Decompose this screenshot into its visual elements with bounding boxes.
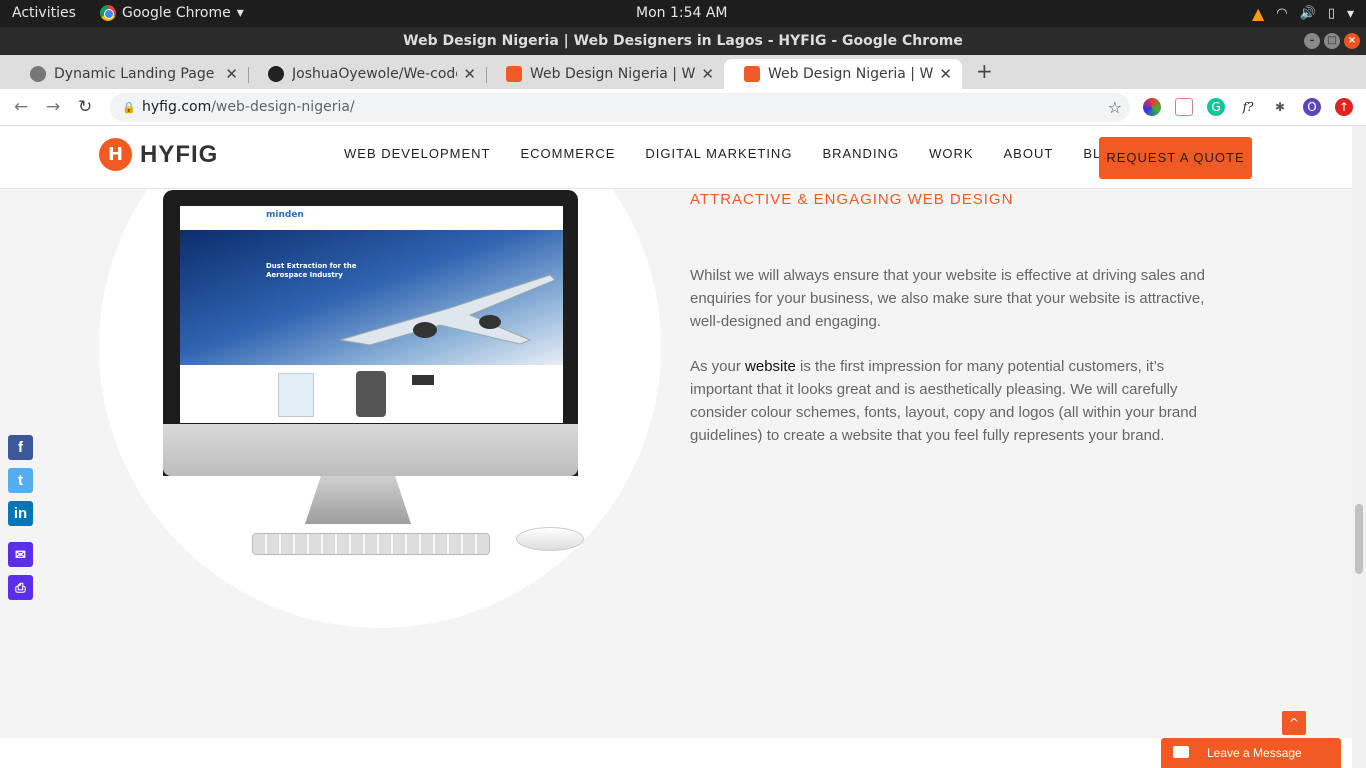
window-title-bar: Web Design Nigeria | Web Designers in La… <box>0 27 1366 55</box>
app-menu[interactable]: Google Chrome ▾ <box>100 5 244 21</box>
mockup-products <box>180 365 563 423</box>
new-tab-button[interactable]: + <box>976 59 993 83</box>
clock[interactable]: Mon 1:54 AM <box>636 5 728 21</box>
close-window-button[interactable]: × <box>1344 33 1360 49</box>
address-bar[interactable]: 🔒 hyfig.com/web-design-nigeria/ ☆ <box>110 93 1130 122</box>
tab-title: JoshuaOyewole/We-code <box>292 66 458 82</box>
print-icon[interactable]: ⎙ <box>8 575 33 600</box>
scroll-to-top-button[interactable]: ^ <box>1282 711 1306 735</box>
url-path: /web-design-nigeria/ <box>211 99 355 115</box>
twitter-share-icon[interactable]: t <box>8 468 33 493</box>
web-page: minden Dust Extraction for the Aerospace… <box>0 126 1352 768</box>
close-tab-icon[interactable]: ✕ <box>701 65 714 83</box>
chevron-down-icon: ▾ <box>236 5 244 21</box>
reload-icon[interactable]: ↻ <box>78 97 92 117</box>
imac-chin <box>163 424 578 476</box>
extensions-puzzle-icon[interactable]: ✱ <box>1271 98 1289 116</box>
url-host: hyfig.com <box>142 99 212 115</box>
forward-icon[interactable]: → <box>46 97 60 117</box>
envelope-icon <box>1173 746 1189 758</box>
airplane-image <box>339 274 556 346</box>
keyboard-image <box>252 533 490 555</box>
tab-title: Web Design Nigeria | Web <box>768 66 934 82</box>
toolbar: ← → ↻ 🔒 hyfig.com/web-design-nigeria/ ☆ … <box>0 89 1366 126</box>
window-controls: – □ × <box>1304 33 1360 49</box>
os-top-bar: Activities Google Chrome ▾ Mon 1:54 AM ▲… <box>0 0 1366 27</box>
app-name: Google Chrome <box>122 5 231 21</box>
minimize-button[interactable]: – <box>1304 33 1320 49</box>
scrollbar-thumb[interactable] <box>1355 504 1363 574</box>
leave-message-button[interactable]: Leave a Message <box>1161 738 1341 768</box>
menu-item-work[interactable]: WORK <box>929 146 973 161</box>
vlc-icon[interactable]: ▲ <box>1252 4 1264 23</box>
activities-button[interactable]: Activities <box>12 5 76 21</box>
maximize-button[interactable]: □ <box>1324 33 1340 49</box>
back-icon[interactable]: ← <box>14 97 28 117</box>
linkedin-share-icon[interactable]: in <box>8 501 33 526</box>
wifi-icon: ◠ <box>1276 6 1288 21</box>
menu-item-about[interactable]: ABOUT <box>1004 146 1054 161</box>
mockup-brand: minden <box>180 206 563 230</box>
mouse-image <box>516 527 584 551</box>
tab-hyfig-active[interactable]: Web Design Nigeria | Web ✕ <box>724 59 962 89</box>
chrome-icon <box>100 5 116 21</box>
mockup-hero: Dust Extraction for the Aerospace Indust… <box>180 230 563 365</box>
github-icon <box>268 66 284 82</box>
globe-icon <box>30 66 46 82</box>
page-scrollbar[interactable] <box>1352 126 1366 768</box>
hyfig-icon <box>506 66 522 82</box>
system-tray[interactable]: ▲ ◠ 🔊 ▯ ▾ <box>1252 4 1354 23</box>
email-share-icon[interactable]: ✉ <box>8 542 33 567</box>
menu-item-branding[interactable]: BRANDING <box>822 146 899 161</box>
update-icon[interactable]: ↑ <box>1335 98 1353 116</box>
volume-icon: 🔊 <box>1299 6 1316 21</box>
window-title: Web Design Nigeria | Web Designers in La… <box>403 33 963 49</box>
request-quote-button[interactable]: REQUEST A QUOTE <box>1099 137 1252 179</box>
website-link[interactable]: website <box>745 358 796 375</box>
bookmark-star-icon[interactable]: ☆ <box>1108 93 1122 122</box>
close-tab-icon[interactable]: ✕ <box>225 65 238 83</box>
close-tab-icon[interactable]: ✕ <box>463 65 476 83</box>
imac-stand <box>305 476 411 524</box>
section-heading: ATTRACTIVE & ENGAGING WEB DESIGN <box>690 191 1014 208</box>
battery-icon: ▯ <box>1327 6 1335 21</box>
color-picker-extension-icon[interactable] <box>1143 98 1161 116</box>
hyfig-icon <box>744 66 760 82</box>
paragraph-1: Whilst we will always ensure that your w… <box>690 267 1205 330</box>
tab-github[interactable]: JoshuaOyewole/We-code ✕ <box>248 59 486 89</box>
paragraph-2: As your website is the first impression … <box>690 355 1225 447</box>
hyfig-logo[interactable]: H HYFIG <box>99 138 218 171</box>
tab-dynamic-landing-page[interactable]: Dynamic Landing Page ✕ <box>10 59 248 89</box>
hyfig-logo-icon: H <box>99 138 132 171</box>
site-header: H HYFIG WEB DEVELOPMENT ECOMMERCE DIGITA… <box>0 126 1352 189</box>
tab-hyfig-1[interactable]: Web Design Nigeria | Web ✕ <box>486 59 724 89</box>
tab-title: Dynamic Landing Page <box>54 66 215 82</box>
menu-item-ecommerce[interactable]: ECOMMERCE <box>520 146 615 161</box>
profile-avatar[interactable]: O <box>1303 98 1321 116</box>
main-menu: WEB DEVELOPMENT ECOMMERCE DIGITAL MARKET… <box>344 146 1123 161</box>
chevron-down-icon: ▾ <box>1346 5 1354 22</box>
font-finder-icon[interactable]: f? <box>1239 98 1257 116</box>
lock-icon[interactable]: 🔒 <box>122 93 136 122</box>
menu-item-web-development[interactable]: WEB DEVELOPMENT <box>344 146 490 161</box>
mockup-screen: minden Dust Extraction for the Aerospace… <box>180 206 563 423</box>
facebook-share-icon[interactable]: f <box>8 435 33 460</box>
tab-title: Web Design Nigeria | Web <box>530 66 696 82</box>
next-section <box>0 738 1352 768</box>
menu-item-digital-marketing[interactable]: DIGITAL MARKETING <box>645 146 792 161</box>
chat-label: Leave a Message <box>1207 746 1302 760</box>
calendar-extension-icon[interactable] <box>1175 98 1193 116</box>
grammarly-icon[interactable]: G <box>1207 98 1225 116</box>
tab-strip: Dynamic Landing Page ✕ JoshuaOyewole/We-… <box>0 55 1366 89</box>
logo-text: HYFIG <box>140 140 219 168</box>
close-tab-icon[interactable]: ✕ <box>939 65 952 83</box>
paragraph-2-lead: As your <box>690 358 746 375</box>
